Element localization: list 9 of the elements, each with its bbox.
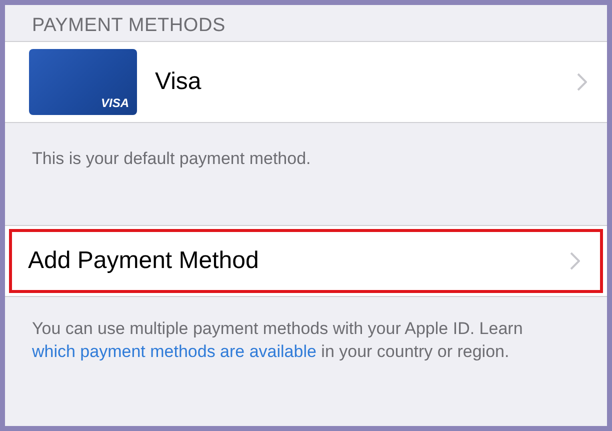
- footer-text: You can use multiple payment methods with your Apple ID. Learn which payment methods are available in your country or region.: [31, 318, 524, 363]
- card-image: VISA: [29, 49, 137, 115]
- default-note: This is your default payment method.: [31, 148, 312, 170]
- chevron-icon: [577, 73, 587, 91]
- chevron-icon: [570, 252, 580, 270]
- available-methods-link[interactable]: which payment methods are available: [32, 342, 316, 361]
- payment-method-row[interactable]: VISA Visa: [5, 42, 607, 122]
- add-payment-method-row[interactable]: Add Payment Method: [9, 229, 603, 293]
- section-header: PAYMENT METHODS: [31, 14, 226, 38]
